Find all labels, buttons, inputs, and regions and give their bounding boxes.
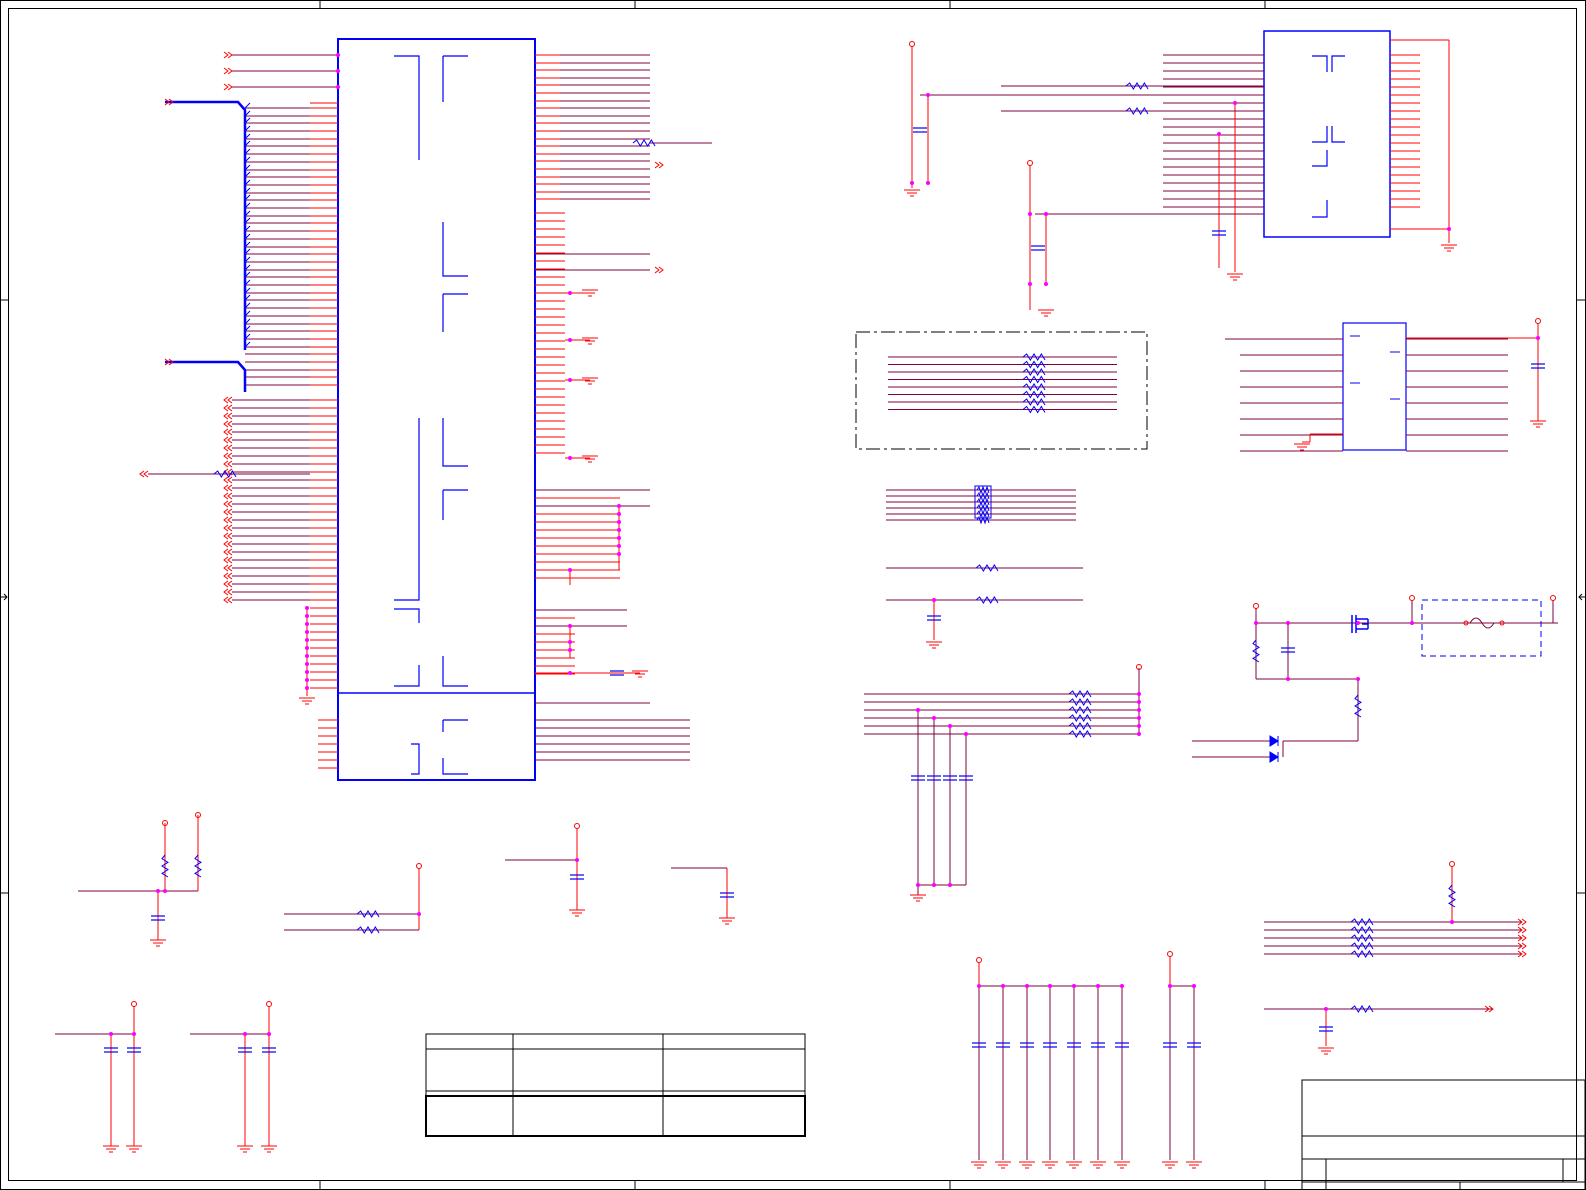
junction-dot [1356,621,1360,625]
junction-dot [1096,984,1100,988]
junction-dot [568,624,572,628]
junction-dot [1137,692,1141,696]
junction-dot [305,670,309,674]
junction-dot [1044,282,1048,286]
junction-dot [305,678,309,682]
junction-dot [1447,227,1451,231]
junction-dot [1286,621,1290,625]
junction-dot [1137,732,1141,736]
junction-dot [926,93,930,97]
junction-dot [305,630,309,634]
junction-dot [617,544,621,548]
junction-dot [1356,677,1360,681]
junction-dot [305,638,309,642]
junction-dot [1192,984,1196,988]
junction-dot [156,889,160,893]
junction-dot [1137,724,1141,728]
junction-dot [305,622,309,626]
junction-dot [1536,336,1540,340]
junction-dot [617,512,621,516]
junction-dot [336,69,340,73]
junction-dot [1072,984,1076,988]
junction-dot [1168,984,1172,988]
junction-dot [932,716,936,720]
junction-dot [1233,101,1237,105]
junction-dot [1028,282,1032,286]
junction-dot [267,1032,271,1036]
junction-dot [916,708,920,712]
junction-dot [617,536,621,540]
junction-dot [1120,984,1124,988]
junction-dot [305,606,309,610]
junction-dot [417,912,421,916]
junction-dot [1025,984,1029,988]
junction-dot [1028,212,1032,216]
junction-dot [1048,984,1052,988]
junction-dot [305,686,309,690]
junction-dot [977,984,981,988]
junction-dot [1001,984,1005,988]
junction-dot [1254,621,1258,625]
junction-dot [617,520,621,524]
junction-dot [336,53,340,57]
junction-dot [1137,708,1141,712]
junction-dot [932,598,936,602]
junction-dot [617,528,621,532]
junction-dot [163,889,167,893]
junction-dot [243,1032,247,1036]
junction-dot [948,883,952,887]
junction-dot [575,858,579,862]
junction-dot [1137,700,1141,704]
junction-dot [305,646,309,650]
junction-dot [916,883,920,887]
junction-dot [568,291,572,295]
junction-dot [1217,132,1221,136]
junction-dot [568,456,572,460]
junction-dot [1137,716,1141,720]
junction-dot [568,338,572,342]
junction-dot [1286,677,1290,681]
junction-dot [948,724,952,728]
junction-dot [910,181,914,185]
junction-dot [1324,1007,1328,1011]
junction-dot [568,648,572,652]
junction-dot [1044,212,1048,216]
junction-dot [568,568,572,572]
junction-dot [932,883,936,887]
junction-dot [305,662,309,666]
junction-dot [617,552,621,556]
sheet-background [0,0,1586,1190]
junction-dot [1450,920,1454,924]
junction-dot [336,85,340,89]
junction-dot [926,181,930,185]
junction-dot [568,378,572,382]
junction-dot [1410,621,1414,625]
junction-dot [305,654,309,658]
junction-dot [109,1032,113,1036]
schematic-sheet [0,0,1586,1190]
junction-dot [568,640,572,644]
junction-dot [132,1032,136,1036]
junction-dot [964,732,968,736]
junction-dot [568,671,572,675]
junction-dot [617,504,621,508]
junction-dot [305,614,309,618]
